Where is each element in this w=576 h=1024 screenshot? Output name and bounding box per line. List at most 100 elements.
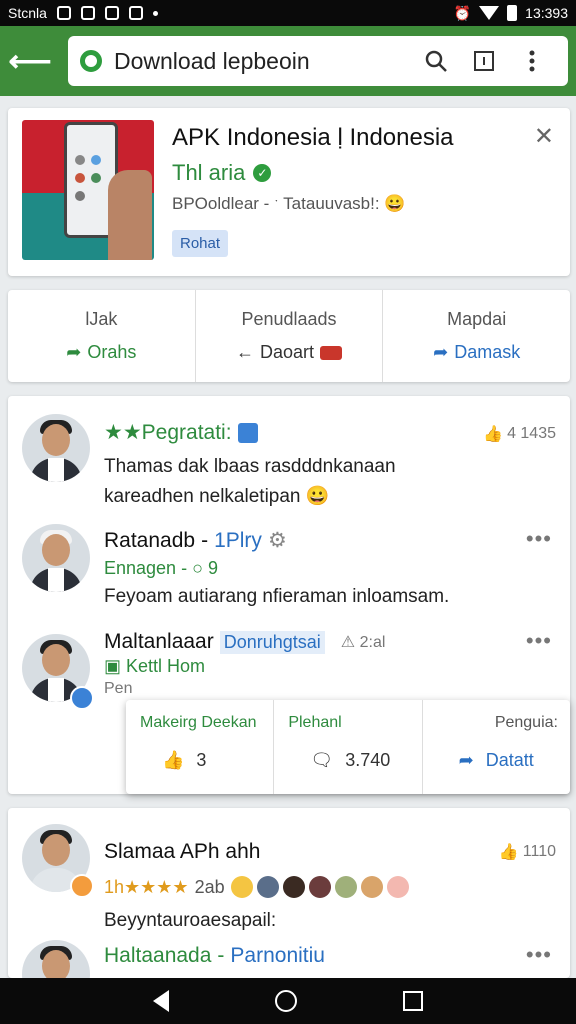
action-download-label: Penudlaads bbox=[241, 309, 337, 329]
author-tag: Parnonitiu bbox=[230, 944, 325, 967]
action-share[interactable]: Mapdai ➦ Damask bbox=[383, 290, 570, 382]
popup-comment-number: 3.740 bbox=[345, 750, 391, 770]
popup-comment[interactable]: Plehanl 🗨 3.740 bbox=[274, 700, 423, 794]
tag-icon bbox=[320, 345, 343, 360]
emoji-icon bbox=[230, 876, 253, 898]
avatar-mini-icon bbox=[282, 876, 305, 898]
rating-row: 1h★★★★ 2ab bbox=[104, 876, 413, 898]
comment-icon: 🗨 bbox=[310, 750, 334, 770]
badge-icon bbox=[237, 422, 258, 443]
reaction-popup: Makeirg Deekan 👍 3 Plehanl 🗨 3.740 Pengu… bbox=[126, 700, 570, 794]
action-download-value: Daoart bbox=[259, 342, 315, 362]
like-count[interactable]: 👍 4 1435 bbox=[483, 424, 556, 444]
app-notification-icon bbox=[80, 6, 95, 20]
more-notifications-icon bbox=[152, 10, 158, 16]
popup-share-value: ➦ Datatt bbox=[459, 750, 534, 771]
avatar-mini-icon bbox=[308, 876, 331, 898]
settings-icon: ⚙ bbox=[267, 529, 287, 552]
avatar[interactable] bbox=[22, 524, 90, 592]
post-author[interactable]: Haltaanada - Parnonitiu bbox=[104, 944, 325, 968]
post-time: ⚠ 2:al bbox=[341, 632, 386, 652]
popup-share[interactable]: Penguia: ➦ Datatt bbox=[423, 700, 570, 794]
list-item: Ratanadb - 1Plry ⚙ ••• Ennagen - ○ 9 Fey… bbox=[8, 520, 570, 630]
popup-comment-label: Plehanl bbox=[288, 714, 342, 731]
action-share-value: Damask bbox=[454, 342, 521, 362]
tab-switch-icon[interactable] bbox=[460, 50, 508, 72]
share-icon: ➦ bbox=[433, 342, 449, 362]
overflow-menu-icon[interactable]: ••• bbox=[526, 628, 552, 654]
address-bar[interactable]: Download lepbeoin bbox=[68, 36, 568, 86]
like-icon: 👍 bbox=[162, 750, 185, 770]
action-share-sub: ➦ Damask bbox=[433, 342, 520, 363]
post-time-value: 2:al bbox=[359, 634, 386, 651]
popup-share-label: Penguia: bbox=[494, 714, 558, 731]
avatar-mini-icon bbox=[360, 876, 383, 898]
overflow-menu-icon[interactable] bbox=[508, 50, 556, 72]
url-text[interactable]: Download lepbeoin bbox=[114, 48, 412, 75]
action-open[interactable]: lJak ➦ Orahs bbox=[8, 290, 196, 382]
close-icon[interactable]: ✕ bbox=[534, 122, 554, 151]
avatar[interactable] bbox=[22, 414, 90, 482]
app-screenshot-thumbnail[interactable] bbox=[22, 120, 154, 260]
action-open-label: lJak bbox=[85, 309, 118, 329]
emoji-icon bbox=[386, 876, 409, 898]
popup-comment-value: 🗨 3.740 bbox=[310, 750, 390, 771]
like-count-value: 1110 bbox=[522, 843, 556, 860]
comments-card-2: Slamaa APh ahh 👍 1110 1h★★★★ 2ab Beyynta… bbox=[8, 808, 570, 978]
search-icon[interactable] bbox=[412, 49, 460, 73]
avatar[interactable] bbox=[22, 940, 90, 978]
warning-icon: ⚠ bbox=[340, 634, 356, 651]
system-nav-bar bbox=[0, 978, 576, 1024]
post-line-1: Beyyntauroaesapail: bbox=[104, 910, 277, 931]
post-meta-2: Pen bbox=[104, 680, 133, 697]
gallery-icon bbox=[128, 6, 143, 20]
nav-back-icon[interactable] bbox=[153, 990, 169, 1012]
app-info-card: APK Indonesia ḷ Indonesia Thl aria ✓ BP… bbox=[8, 108, 570, 276]
post-line-1: Thamas dak lbaas rasdddnkanaan bbox=[104, 456, 396, 477]
developer-name[interactable]: Thl aria ✓ bbox=[172, 160, 272, 186]
popup-like[interactable]: Makeirg Deekan 👍 3 bbox=[126, 700, 275, 794]
post-meta: Ennagen - ○ 9 bbox=[104, 558, 218, 578]
back-arrow-icon[interactable]: ⟵ bbox=[0, 26, 60, 96]
top-app-bar: ⟵ Download lepbeoin bbox=[0, 26, 576, 96]
nav-home-icon[interactable] bbox=[275, 990, 297, 1012]
post-line-2: kareadhen nelkaletipan 😀 bbox=[104, 486, 330, 507]
post-author[interactable]: Ratanadb - 1Plry ⚙ bbox=[104, 528, 287, 553]
back-arrow-small-icon: ← bbox=[235, 342, 254, 362]
overflow-menu-icon[interactable]: ••• bbox=[526, 942, 552, 968]
popup-like-label: Makeirg Deekan bbox=[140, 714, 257, 731]
rating-stars: 1h★★★★ bbox=[104, 876, 189, 897]
author-tag: Donruhgtsai bbox=[219, 630, 325, 654]
avatar-mini-icon bbox=[256, 876, 279, 898]
action-open-sub: ➦ Orahs bbox=[66, 342, 136, 363]
verified-badge-icon bbox=[70, 686, 94, 710]
list-item: ★★Pegratati: 👍 4 1435 Thamas dak lbaas r… bbox=[8, 410, 570, 520]
post-author[interactable]: Maltanlaaar Donruhgtsai ⚠ 2:al bbox=[104, 630, 385, 654]
reaction-badge-icon bbox=[70, 874, 94, 898]
app-meta: BPOoldlear - ˑ Tatauuvasb!: 😀 bbox=[172, 194, 406, 213]
list-item: Haltaanada - Parnonitiu ••• bbox=[8, 936, 570, 978]
author-name: Haltaanada bbox=[104, 944, 212, 967]
share-icon: ➦ bbox=[458, 750, 474, 770]
author-name: Ratanadb bbox=[104, 528, 196, 552]
post-author[interactable]: Slamaa APh ahh bbox=[104, 840, 260, 864]
site-logo-icon bbox=[80, 50, 102, 72]
popup-like-number: 3 bbox=[196, 750, 207, 770]
action-share-label: Mapdai bbox=[447, 309, 507, 329]
overflow-menu-icon[interactable]: ••• bbox=[526, 526, 552, 552]
author-suffix: 1Plry bbox=[214, 528, 262, 552]
like-count-value: 4 1435 bbox=[507, 425, 556, 442]
post-author[interactable]: ★★Pegratati: bbox=[104, 420, 258, 445]
verified-icon: ✓ bbox=[253, 164, 272, 182]
wifi-icon bbox=[479, 6, 500, 20]
nav-recents-icon[interactable] bbox=[403, 991, 423, 1011]
app-title: APK Indonesia ḷ Indonesia bbox=[172, 124, 454, 151]
app-badge[interactable]: Rohat bbox=[172, 230, 229, 257]
action-open-value: Orahs bbox=[87, 342, 137, 362]
like-count[interactable]: 👍 1110 bbox=[499, 842, 556, 862]
avatar-mini-icon bbox=[334, 876, 357, 898]
status-bar: Stcnla ⏰ 13:393 bbox=[0, 0, 576, 26]
post-meta-value: Kettl Hom bbox=[126, 656, 206, 676]
action-download[interactable]: Penudlaads ← Daoart bbox=[196, 290, 384, 382]
popup-like-value: 👍 3 bbox=[162, 750, 206, 771]
